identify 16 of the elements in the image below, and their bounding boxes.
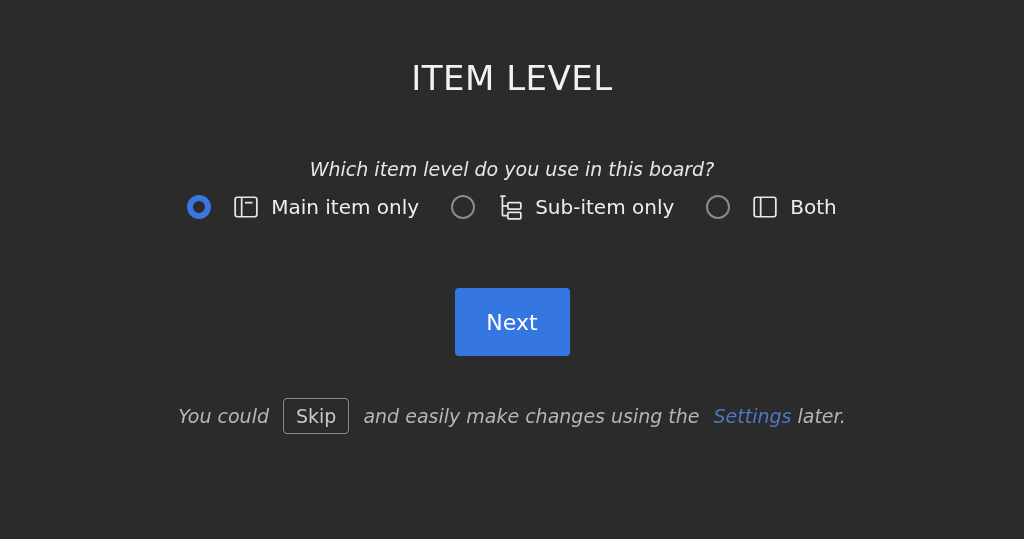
hierarchy-icon xyxy=(497,194,524,220)
footer-text: You could xyxy=(178,405,269,427)
page-title: ITEM LEVEL xyxy=(411,58,613,98)
skip-button[interactable]: Skip xyxy=(283,398,350,434)
radio-button[interactable] xyxy=(187,195,212,219)
option-label[interactable]: Both xyxy=(790,195,837,219)
footer-text: and easily make changes using the xyxy=(363,405,700,427)
question-text: Which item level do you use in this board? xyxy=(309,158,715,180)
option-label[interactable]: Main item only xyxy=(271,195,420,219)
radio-button[interactable] xyxy=(706,195,731,219)
layout-icon xyxy=(233,194,260,220)
radio-button[interactable] xyxy=(451,195,476,219)
footer-text: later. xyxy=(797,405,846,427)
sidebar-icon xyxy=(752,194,779,220)
option-label[interactable]: Sub-item only xyxy=(535,195,675,219)
next-button[interactable]: Next xyxy=(454,288,570,356)
